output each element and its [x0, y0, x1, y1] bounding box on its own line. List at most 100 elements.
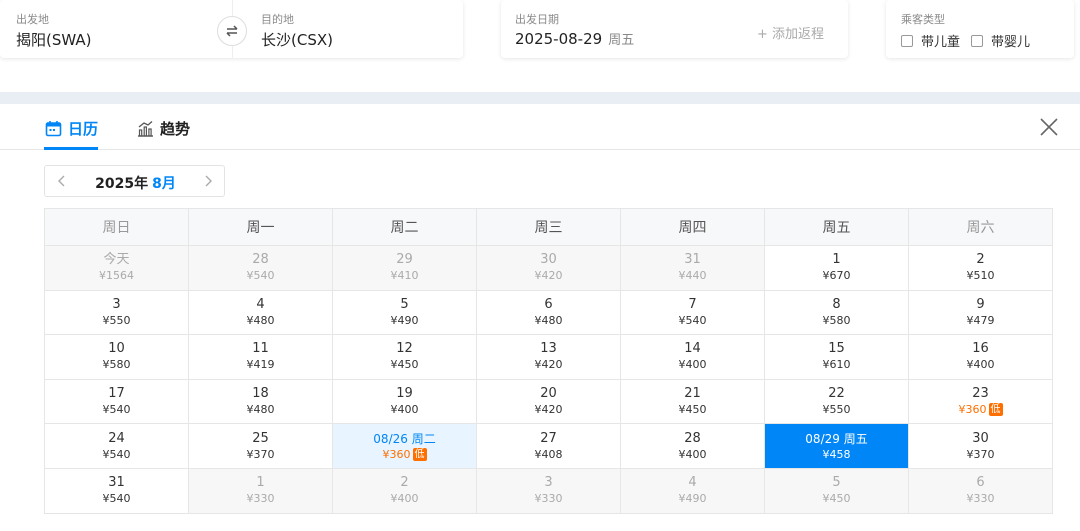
- calendar-day-cell[interactable]: 14 ¥400: [620, 334, 765, 380]
- day-label: 6: [544, 296, 553, 312]
- infant-checkbox-row[interactable]: 带婴儿: [971, 31, 1030, 50]
- calendar-day-cell[interactable]: 今天 ¥1564: [44, 245, 189, 291]
- day-label: 10: [108, 341, 125, 357]
- child-checkbox-row[interactable]: 带儿童: [901, 31, 960, 50]
- weekday-header: 周四: [620, 208, 765, 246]
- day-price-value: ¥360: [382, 447, 411, 461]
- day-label: 7: [688, 296, 697, 312]
- calendar-day-cell[interactable]: 5 ¥450: [764, 467, 909, 514]
- calendar-day-cell[interactable]: 2 ¥400: [332, 467, 477, 514]
- calendar-day-cell[interactable]: 31 ¥540: [44, 467, 189, 514]
- day-price: ¥420: [477, 357, 620, 372]
- day-price-value: ¥400: [390, 403, 419, 417]
- low-price-badge: 低: [988, 403, 1003, 417]
- day-label: 5: [400, 296, 409, 312]
- calendar-day-cell[interactable]: 4 ¥490: [620, 467, 765, 514]
- add-return-button[interactable]: + 添加返程: [757, 23, 824, 42]
- tab-calendar[interactable]: 日历: [45, 116, 98, 140]
- calendar-day-cell[interactable]: 21 ¥450: [620, 378, 765, 425]
- day-price: ¥490: [621, 491, 764, 506]
- date-input[interactable]: 2025-08-29 周五: [515, 29, 634, 48]
- calendar-day-cell[interactable]: 30 ¥420: [476, 245, 621, 291]
- month-navigator: 2025年 8月: [44, 165, 225, 197]
- day-price-value: ¥480: [534, 313, 563, 327]
- calendar-week-row: 3 ¥550 4 ¥480 5 ¥490 6 ¥480 7 ¥540 8 ¥580 9 ¥479: [44, 289, 1053, 336]
- day-price: ¥580: [765, 313, 908, 328]
- arrival-input[interactable]: 长沙(CSX): [261, 29, 333, 50]
- calendar-day-cell[interactable]: 18 ¥480: [188, 378, 333, 425]
- weekday-header: 周五: [764, 208, 909, 246]
- calendar-day-cell[interactable]: 31 ¥440: [620, 245, 765, 291]
- current-month-value: 8月: [152, 176, 176, 192]
- calendar-day-cell[interactable]: 9 ¥479: [908, 289, 1053, 336]
- calendar-day-cell[interactable]: 11 ¥419: [188, 334, 333, 380]
- day-label: 31: [684, 252, 701, 268]
- day-price-value: ¥360: [958, 403, 987, 417]
- departure-input[interactable]: 揭阳(SWA): [16, 29, 92, 50]
- day-price: ¥370: [189, 447, 332, 462]
- calendar-day-cell[interactable]: 28 ¥400: [620, 423, 765, 469]
- calendar-day-cell[interactable]: 3 ¥550: [44, 289, 189, 336]
- day-price: ¥400: [621, 447, 764, 462]
- day-label: 12: [396, 341, 413, 357]
- tab-trend[interactable]: 趋势: [137, 116, 190, 140]
- calendar-day-cell[interactable]: 12 ¥450: [332, 334, 477, 380]
- weekday-header: 周六: [908, 208, 1053, 246]
- day-price-value: ¥330: [534, 492, 563, 506]
- calendar-day-cell[interactable]: 16 ¥400: [908, 334, 1053, 380]
- close-icon[interactable]: [1038, 116, 1060, 138]
- calendar-day-cell[interactable]: 15 ¥610: [764, 334, 909, 380]
- day-label: 08/29 周五: [805, 431, 868, 446]
- calendar-day-cell[interactable]: 20 ¥420: [476, 378, 621, 425]
- calendar-day-cell[interactable]: 3 ¥330: [476, 467, 621, 514]
- calendar-day-cell[interactable]: 23 ¥360 低: [908, 378, 1053, 425]
- day-price-value: ¥370: [966, 447, 995, 461]
- day-price: ¥420: [477, 268, 620, 283]
- day-price-value: ¥400: [390, 492, 419, 506]
- calendar-day-cell[interactable]: 10 ¥580: [44, 334, 189, 380]
- calendar-day-cell[interactable]: 6 ¥480: [476, 289, 621, 336]
- calendar-day-cell[interactable]: 1 ¥670: [764, 245, 909, 291]
- weekday-header: 周二: [332, 208, 477, 246]
- chevron-right-icon[interactable]: [201, 174, 215, 188]
- calendar-day-cell[interactable]: 1 ¥330: [188, 467, 333, 514]
- tab-calendar-label: 日历: [68, 119, 99, 138]
- swap-button[interactable]: [217, 16, 247, 46]
- infant-checkbox[interactable]: [971, 34, 983, 47]
- calendar-day-cell[interactable]: 19 ¥400: [332, 378, 477, 425]
- calendar-day-cell[interactable]: 24 ¥540: [44, 423, 189, 469]
- departure-label: 出发地: [16, 13, 49, 26]
- day-price: ¥330: [909, 491, 1052, 506]
- day-price-value: ¥550: [822, 403, 851, 417]
- day-price-value: ¥420: [534, 358, 563, 372]
- calendar-day-cell[interactable]: 08/29 周五 ¥458: [764, 423, 909, 469]
- day-price-value: ¥540: [246, 269, 275, 283]
- day-label: 24: [108, 430, 125, 446]
- calendar-day-cell[interactable]: 6 ¥330: [908, 467, 1053, 514]
- calendar-day-cell[interactable]: 08/26 周二 ¥360 低: [332, 423, 477, 469]
- calendar-day-cell[interactable]: 4 ¥480: [188, 289, 333, 336]
- calendar-day-cell[interactable]: 17 ¥540: [44, 378, 189, 425]
- calendar-day-cell[interactable]: 27 ¥408: [476, 423, 621, 469]
- current-month: 2025年 8月: [45, 173, 226, 193]
- calendar-day-cell[interactable]: 25 ¥370: [188, 423, 333, 469]
- calendar-day-cell[interactable]: 13 ¥420: [476, 334, 621, 380]
- child-checkbox[interactable]: [901, 34, 913, 47]
- day-price: ¥580: [45, 357, 188, 372]
- day-label: 1: [832, 252, 841, 268]
- day-label: 8: [832, 296, 841, 312]
- calendar-day-cell[interactable]: 28 ¥540: [188, 245, 333, 291]
- day-price-value: ¥440: [678, 269, 707, 283]
- calendar-day-cell[interactable]: 7 ¥540: [620, 289, 765, 336]
- calendar-day-cell[interactable]: 5 ¥490: [332, 289, 477, 336]
- calendar-day-cell[interactable]: 8 ¥580: [764, 289, 909, 336]
- calendar-day-cell[interactable]: 22 ¥550: [764, 378, 909, 425]
- day-price-value: ¥490: [390, 313, 419, 327]
- day-price: ¥419: [189, 357, 332, 372]
- day-price: ¥360 低: [333, 447, 476, 462]
- calendar-day-cell[interactable]: 29 ¥410: [332, 245, 477, 291]
- low-price-badge: 低: [412, 447, 427, 461]
- calendar-day-cell[interactable]: 2 ¥510: [908, 245, 1053, 291]
- day-price-value: ¥480: [246, 313, 275, 327]
- calendar-day-cell[interactable]: 30 ¥370: [908, 423, 1053, 469]
